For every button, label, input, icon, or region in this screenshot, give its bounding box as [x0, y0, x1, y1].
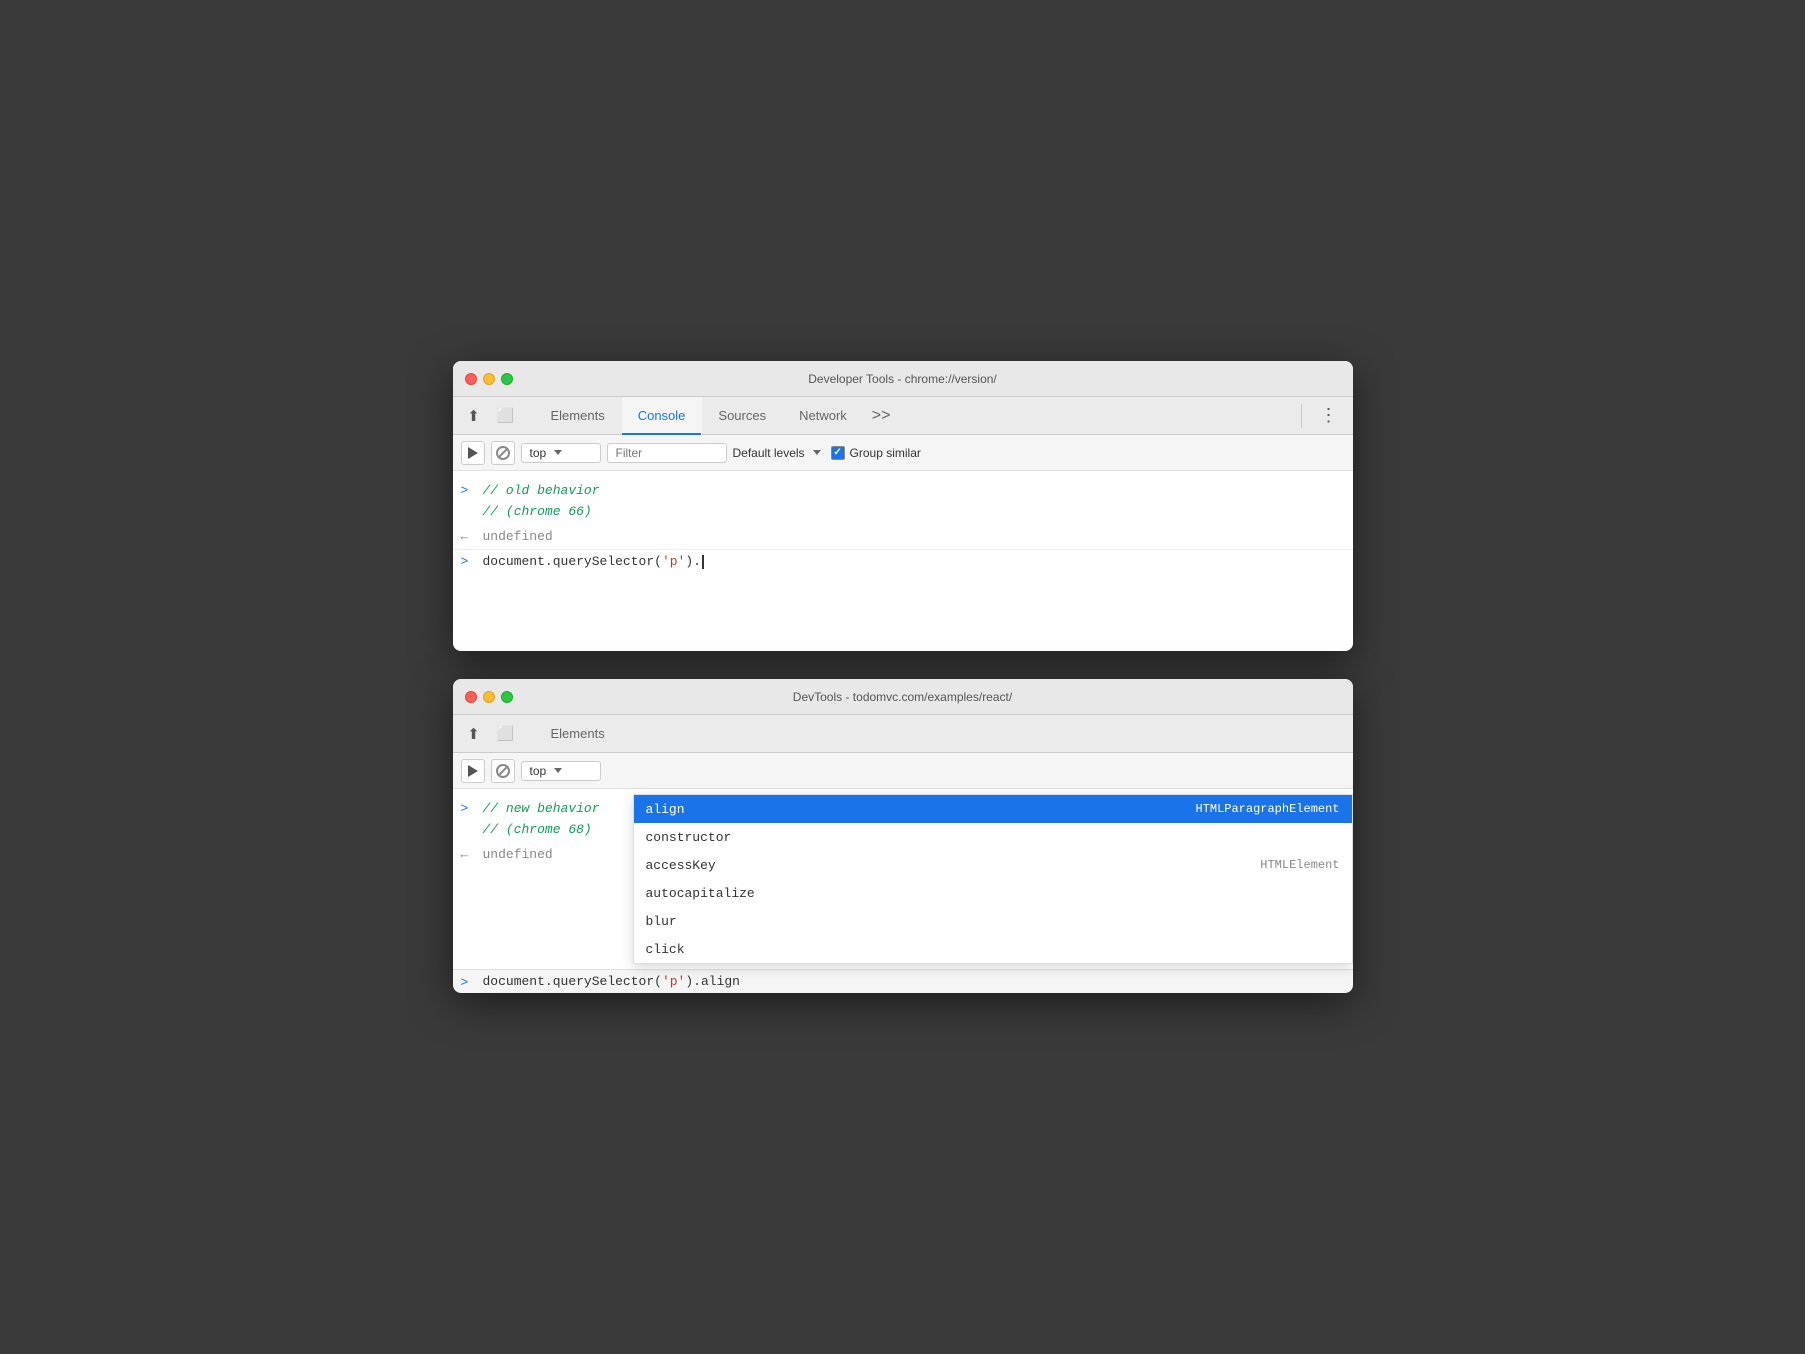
code-line-3: // new behavior [483, 799, 600, 820]
string-p-2: 'p' [662, 974, 685, 989]
context-selector-1[interactable]: top [521, 443, 601, 463]
tab-bar-right-1: ⋮ [1297, 404, 1345, 428]
input-chevron-2: > [461, 974, 475, 989]
console-toolbar-2: top [453, 753, 1353, 789]
default-levels-1[interactable]: Default levels [733, 446, 821, 460]
minimize-button-2[interactable] [483, 691, 495, 703]
context-selector-2[interactable]: top [521, 761, 601, 781]
maximize-button-2[interactable] [501, 691, 513, 703]
console-content-1: > // old behavior // (chrome 66) ← undef… [453, 471, 1353, 651]
console-input-area: align HTMLParagraphElement constructor a… [453, 969, 1353, 993]
inspect-icon-btn[interactable]: ⬆ [461, 403, 487, 429]
chevron-down-icon-2 [554, 768, 562, 773]
group-similar-checkbox[interactable] [831, 446, 845, 460]
device-toolbar-icon: ⬜ [497, 407, 514, 424]
autocomplete-label-click: click [646, 942, 685, 957]
traffic-lights-2 [465, 691, 513, 703]
tab-elements-1[interactable]: Elements [535, 397, 622, 435]
group-similar-container-1: Group similar [831, 446, 921, 460]
autocomplete-label-align: align [646, 802, 685, 817]
tab-network-1[interactable]: Network [783, 397, 864, 435]
device-icon-btn-2[interactable]: ⬜ [493, 721, 519, 747]
devtools-window-2: DevTools - todomvc.com/examples/react/ ⬆… [453, 679, 1353, 993]
return-value-2: undefined [483, 845, 553, 866]
console-entry-return-1: ← undefined [453, 525, 1353, 550]
no-entry-button[interactable] [491, 441, 515, 465]
inspect-icon-btn-2[interactable]: ⬆ [461, 721, 487, 747]
autocomplete-dropdown[interactable]: align HTMLParagraphElement constructor a… [633, 794, 1353, 964]
console-entry-input-1: > // old behavior // (chrome 66) [453, 479, 1353, 525]
input-text-1: document.querySelector('p'). [483, 554, 704, 569]
tab-more-1[interactable]: >> [864, 397, 900, 435]
block-icon-2 [496, 764, 510, 778]
context-value: top [530, 446, 547, 460]
autocomplete-label-constructor: constructor [646, 830, 732, 845]
maximize-button[interactable] [501, 373, 513, 385]
window-title: Developer Tools - chrome://version/ [808, 372, 997, 386]
device-toolbar-icon-2: ⬜ [497, 725, 514, 742]
window-title-2: DevTools - todomvc.com/examples/react/ [793, 690, 1012, 704]
run-icon [468, 447, 478, 459]
text-cursor-1 [702, 555, 704, 569]
autocomplete-item-blur[interactable]: blur [634, 907, 1352, 935]
input-chevron-1: > [461, 554, 475, 569]
group-similar-label: Group similar [850, 446, 921, 460]
autocomplete-item-autocapitalize[interactable]: autocapitalize [634, 879, 1352, 907]
title-bar-1: Developer Tools - chrome://version/ [453, 361, 1353, 397]
block-icon [496, 446, 510, 460]
code-line-4: // (chrome 68) [483, 820, 600, 841]
autocomplete-type-align: HTMLParagraphElement [1195, 802, 1339, 816]
chevron-down-icon [554, 450, 562, 455]
input-prefix-1: > [461, 481, 475, 502]
title-bar-2: DevTools - todomvc.com/examples/react/ [453, 679, 1353, 715]
tab-bar-icons: ⬆ ⬜ [461, 403, 519, 429]
autocomplete-item-click[interactable]: click [634, 935, 1352, 963]
close-button[interactable] [465, 373, 477, 385]
divider-1 [1301, 404, 1302, 428]
run-icon-2 [468, 765, 478, 777]
tab-bar-icons-2: ⬆ ⬜ [461, 721, 519, 747]
autocomplete-label-autocapitalize: autocapitalize [646, 886, 755, 901]
context-value-2: top [530, 764, 547, 778]
levels-chevron-icon [813, 450, 821, 455]
input-text-2: document.querySelector('p').align [483, 974, 740, 989]
no-entry-button-2[interactable] [491, 759, 515, 783]
device-icon-btn[interactable]: ⬜ [493, 403, 519, 429]
tab-bar-1: ⬆ ⬜ Elements Console Sources Network >> … [453, 397, 1353, 435]
traffic-lights-1 [465, 373, 513, 385]
tab-sources-1[interactable]: Sources [702, 397, 783, 435]
tab-elements-2[interactable]: Elements [535, 715, 622, 753]
autocomplete-item-align[interactable]: align HTMLParagraphElement [634, 795, 1352, 823]
code-block-1: // old behavior // (chrome 66) [483, 481, 600, 523]
return-value-1: undefined [483, 527, 553, 548]
tab-bar-2: ⬆ ⬜ Elements [453, 715, 1353, 753]
clear-console-button-2[interactable] [461, 759, 485, 783]
code-line-2: // (chrome 66) [483, 502, 600, 523]
close-button-2[interactable] [465, 691, 477, 703]
autocomplete-item-accessKey[interactable]: accessKey HTMLElement [634, 851, 1352, 879]
input-prefix-2: > [461, 799, 475, 820]
clear-console-button[interactable] [461, 441, 485, 465]
autocomplete-item-constructor[interactable]: constructor [634, 823, 1352, 851]
code-line-1: // old behavior [483, 481, 600, 502]
console-input-line-1[interactable]: > document.querySelector('p'). [453, 549, 1353, 573]
autocomplete-type-accessKey: HTMLElement [1260, 858, 1339, 872]
return-prefix-1: ← [461, 527, 475, 548]
tab-console-1[interactable]: Console [622, 397, 703, 435]
autocomplete-label-accessKey: accessKey [646, 858, 716, 873]
string-p-1: 'p' [662, 554, 685, 569]
console-input-line-2[interactable]: > document.querySelector('p').align [453, 969, 1353, 993]
autocomplete-label-blur: blur [646, 914, 677, 929]
devtools-window-1: Developer Tools - chrome://version/ ⬆ ⬜ … [453, 361, 1353, 651]
return-prefix-2: ← [461, 845, 475, 866]
console-toolbar-1: top Default levels Group similar [453, 435, 1353, 471]
cursor-icon-2: ⬆ [467, 725, 480, 743]
cursor-icon: ⬆ [467, 407, 480, 425]
code-block-2: // new behavior // (chrome 68) [483, 799, 600, 841]
filter-input-1[interactable] [607, 443, 727, 463]
more-options-button[interactable]: ⋮ [1314, 405, 1345, 426]
minimize-button[interactable] [483, 373, 495, 385]
